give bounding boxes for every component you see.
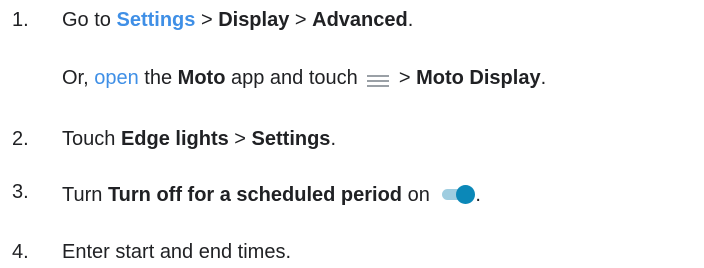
step-text: Or, open the Moto app and touch > Moto D… xyxy=(62,66,546,90)
step-3: 3. Turn Turn off for a scheduled period … xyxy=(0,181,704,209)
step-text-part: Or, xyxy=(62,67,95,89)
period: . xyxy=(407,9,414,31)
toggle-knob xyxy=(456,185,476,205)
step-text-part: Enter start and end times. xyxy=(62,241,292,263)
step-number: 2. xyxy=(12,128,29,150)
separator: > xyxy=(393,67,417,89)
step-text: Go to Settings > Display > Advanced. xyxy=(62,8,413,32)
separator: > xyxy=(289,9,313,31)
step-2: 2. Touch Edge lights > Settings. xyxy=(0,127,704,153)
step-text: Turn Turn off for a scheduled period on … xyxy=(62,183,481,207)
separator: > xyxy=(228,128,252,150)
scheduled-period-option-label: Turn off for a scheduled period xyxy=(107,184,403,206)
step-text: Enter start and end times. xyxy=(62,240,291,264)
step-number: 1. xyxy=(12,9,29,31)
step-number: 3. xyxy=(12,181,29,203)
step-1: 1. Go to Settings > Display > Advanced. xyxy=(0,8,704,34)
settings-link[interactable]: Settings xyxy=(116,9,195,31)
moto-app-label: Moto xyxy=(177,67,226,89)
display-label: Display xyxy=(218,9,290,31)
menu-icon xyxy=(367,70,390,88)
step-1-alternative: Or, open the Moto app and touch > Moto D… xyxy=(0,66,704,92)
step-number: 4. xyxy=(12,241,29,263)
period: . xyxy=(330,128,336,150)
open-link[interactable]: open xyxy=(94,67,139,89)
edge-lights-label: Edge lights xyxy=(120,128,229,150)
step-text-part: Turn xyxy=(62,184,108,206)
moto-display-label: Moto Display xyxy=(416,67,541,89)
step-text-part: app and touch xyxy=(225,67,364,89)
separator: > xyxy=(195,9,219,31)
step-text: Touch Edge lights > Settings. xyxy=(62,127,336,151)
step-4: 4. Enter start and end times. xyxy=(0,240,704,266)
advanced-label: Advanced xyxy=(312,9,408,31)
period: . xyxy=(540,67,547,89)
step-text-part: the xyxy=(138,67,178,89)
settings-label: Settings xyxy=(251,128,331,150)
step-text-part: on xyxy=(402,184,436,206)
step-text-part: Go to xyxy=(62,9,117,31)
period: . xyxy=(475,184,481,206)
step-text-part: Touch xyxy=(62,128,121,150)
toggle-switch-on-icon xyxy=(441,184,476,205)
